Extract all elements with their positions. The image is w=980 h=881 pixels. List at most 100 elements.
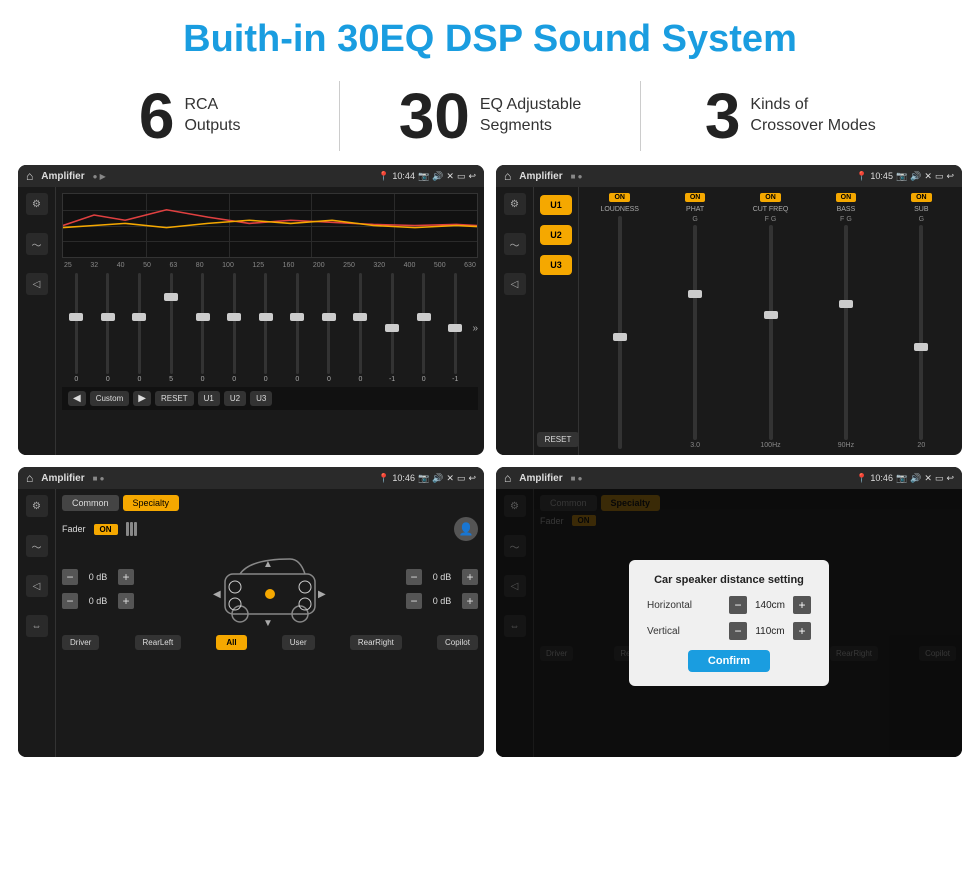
eq-u2-btn[interactable]: U2: [224, 391, 246, 406]
eq-custom-btn[interactable]: Custom: [90, 391, 130, 406]
eq-slider-7[interactable]: 0: [283, 273, 312, 383]
amp-cutfreq-val: 100Hz: [760, 442, 780, 449]
amp-phat-on[interactable]: ON: [685, 193, 706, 202]
eq-slider-0[interactable]: 0: [62, 273, 91, 383]
dialog-vertical-plus[interactable]: +: [793, 622, 811, 640]
eq-slider-6[interactable]: 0: [251, 273, 280, 383]
cross-eq-icon[interactable]: ⚙: [26, 495, 48, 517]
eq-slider-8[interactable]: 0: [315, 273, 344, 383]
amp-bass-slider[interactable]: [844, 225, 848, 440]
amp-sub-slider[interactable]: [919, 225, 923, 440]
cross-home-icon[interactable]: ⌂: [26, 471, 33, 485]
amp-sub-on[interactable]: ON: [911, 193, 932, 202]
amp-presets-panel: U1 U2 U3 RESET: [534, 187, 579, 455]
cross-fader-on-btn[interactable]: ON: [94, 524, 118, 535]
eq-prev-btn[interactable]: ◀: [68, 391, 86, 406]
amp-cutfreq-on[interactable]: ON: [760, 193, 781, 202]
dialog-back-icon[interactable]: ↩: [946, 473, 954, 484]
cross-all-btn[interactable]: All: [216, 635, 246, 650]
cross-plus-3[interactable]: +: [462, 593, 478, 609]
cross-user-icon[interactable]: 👤: [454, 517, 478, 541]
cross-arrows-icon[interactable]: ⇔: [26, 615, 48, 637]
cross-rearright-btn[interactable]: RearRight: [350, 635, 402, 650]
dialog-status-dot: ■ ●: [571, 474, 583, 483]
cross-back-icon[interactable]: ↩: [468, 473, 476, 484]
cross-minus-0[interactable]: −: [62, 569, 78, 585]
cross-plus-2[interactable]: +: [462, 569, 478, 585]
cross-wave-icon[interactable]: 〜: [26, 535, 48, 557]
amp-sub-val: 20: [917, 442, 925, 449]
amp-u2-preset[interactable]: U2: [540, 225, 572, 245]
cross-db-val-0: 0 dB: [82, 572, 114, 582]
amp-cutfreq-slider[interactable]: [769, 225, 773, 440]
cross-main-area: Common Specialty Fader ON 👤: [56, 489, 484, 757]
eq-eq-icon[interactable]: ⚙: [26, 193, 48, 215]
cross-tab-common[interactable]: Common: [62, 495, 119, 511]
eq-wave-icon[interactable]: 〜: [26, 233, 48, 255]
cross-rearleft-btn[interactable]: RearLeft: [135, 635, 182, 650]
eq-next-btn[interactable]: ▶: [133, 391, 151, 406]
cross-user-btn[interactable]: User: [282, 635, 315, 650]
amp-phat-val: 3.0: [690, 442, 700, 449]
cross-db-val-2: 0 dB: [426, 572, 458, 582]
dialog-horizontal-minus[interactable]: −: [729, 596, 747, 614]
eq-home-icon[interactable]: ⌂: [26, 169, 33, 183]
amp-loudness-on[interactable]: ON: [609, 193, 630, 202]
amp-reset-btn[interactable]: RESET: [537, 432, 580, 447]
eq-slider-10[interactable]: -1: [378, 273, 407, 383]
dialog-status-icons: 📍 10:46 📷 🔊 ✕ ▭ ↩: [856, 473, 954, 484]
amp-u3-preset[interactable]: U3: [540, 255, 572, 275]
cross-plus-1[interactable]: +: [118, 593, 134, 609]
dialog-pin-icon: 📍: [856, 473, 867, 484]
eq-slider-11[interactable]: 0: [409, 273, 438, 383]
amp-vol-icon2[interactable]: ◁: [504, 273, 526, 295]
eq-slider-12[interactable]: -1: [441, 273, 470, 383]
eq-back-icon[interactable]: ↩: [468, 171, 476, 182]
dialog-confirm-button[interactable]: Confirm: [688, 650, 770, 672]
cross-vol-icon[interactable]: ◁: [26, 575, 48, 597]
dialog-horizontal-plus[interactable]: +: [793, 596, 811, 614]
amp-phat-slider[interactable]: [693, 225, 697, 440]
eq-slider-4[interactable]: 0: [188, 273, 217, 383]
eq-slider-2[interactable]: 0: [125, 273, 154, 383]
stat-crossover: 3 Kinds ofCrossover Modes: [641, 84, 940, 148]
eq-more-arrow[interactable]: »: [473, 323, 479, 334]
eq-x-icon: ✕: [446, 171, 454, 182]
amp-screen-card: ⌂ Amplifier ■ ● 📍 10:45 📷 🔊 ✕ ▭ ↩ ⚙ 〜 ◁ …: [496, 165, 962, 455]
stat-rca-number: 6: [139, 84, 175, 148]
eq-slider-1[interactable]: 0: [94, 273, 123, 383]
amp-status-bar: ⌂ Amplifier ■ ● 📍 10:45 📷 🔊 ✕ ▭ ↩: [496, 165, 962, 187]
cross-minus-3[interactable]: −: [406, 593, 422, 609]
eq-slider-9[interactable]: 0: [346, 273, 375, 383]
eq-main-area: 2532405063 80100125160200 25032040050063…: [56, 187, 484, 455]
eq-u1-btn[interactable]: U1: [198, 391, 220, 406]
cross-plus-0[interactable]: +: [118, 569, 134, 585]
eq-status-icons: 📍 10:44 📷 🔊 ✕ ▭ ↩: [378, 171, 476, 182]
eq-slider-5[interactable]: 0: [220, 273, 249, 383]
cross-tab-specialty[interactable]: Specialty: [123, 495, 180, 511]
amp-home-icon[interactable]: ⌂: [504, 169, 511, 183]
amp-bass-on[interactable]: ON: [836, 193, 857, 202]
cross-cam-icon: 📷: [418, 473, 429, 484]
dialog-home-icon[interactable]: ⌂: [504, 471, 511, 485]
eq-vol-down-icon[interactable]: ◁: [26, 273, 48, 295]
amp-eq-icon[interactable]: ⚙: [504, 193, 526, 215]
cross-screen-inner: ⚙ 〜 ◁ ⇔ Common Specialty Fader ON: [18, 489, 484, 757]
dialog-vertical-minus[interactable]: −: [729, 622, 747, 640]
eq-u3-btn[interactable]: U3: [250, 391, 272, 406]
stat-eq-number: 30: [399, 84, 470, 148]
amp-loudness-slider[interactable]: [618, 216, 622, 449]
eq-reset-btn[interactable]: RESET: [155, 391, 194, 406]
amp-back-icon[interactable]: ↩: [946, 171, 954, 182]
cross-user-icon-area: 👤: [454, 517, 478, 541]
amp-u1-preset[interactable]: U1: [540, 195, 572, 215]
amp-wave-icon[interactable]: 〜: [504, 233, 526, 255]
cross-copilot-btn[interactable]: Copilot: [437, 635, 478, 650]
dialog-overlay: Car speaker distance setting Horizontal …: [496, 489, 962, 757]
eq-slider-3[interactable]: 5: [157, 273, 186, 383]
cross-driver-btn[interactable]: Driver: [62, 635, 99, 650]
amp-sq-icon: ▭: [935, 171, 944, 182]
cross-minus-2[interactable]: −: [406, 569, 422, 585]
cross-minus-1[interactable]: −: [62, 593, 78, 609]
amp-sub-sublabel: G: [919, 216, 924, 223]
